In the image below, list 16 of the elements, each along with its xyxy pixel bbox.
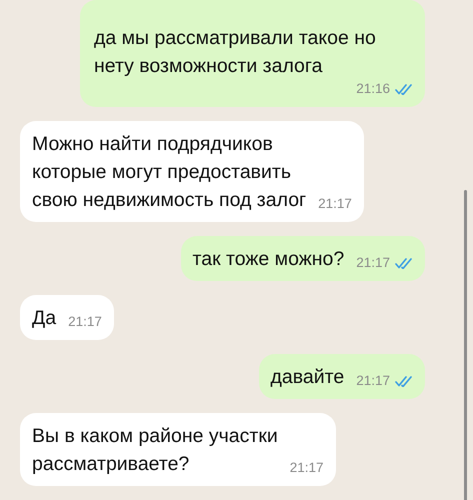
message-text: давайте — [270, 365, 344, 390]
message-time: 21:17 — [356, 254, 390, 272]
double-check-icon — [395, 258, 413, 268]
message-text: Вы в каком районе участки рассматриваете? — [32, 424, 278, 477]
message-time: 21:17 — [290, 459, 324, 477]
message-time: 21:16 — [356, 80, 390, 98]
message-time: 21:17 — [68, 313, 102, 331]
message-time: 21:17 — [318, 195, 352, 213]
message-text: Можно найти подрядчиков которые могут предоставить свою недвижимость под залог — [32, 132, 306, 213]
message-text: так тоже можно? — [192, 247, 344, 272]
scrollbar[interactable] — [464, 190, 467, 500]
double-check-icon — [395, 376, 413, 386]
double-check-icon — [395, 84, 413, 94]
message-time: 21:17 — [356, 372, 390, 390]
message-text: да мы рассматривали такое но нету возможности залога — [94, 26, 376, 79]
message-text: Да — [32, 306, 56, 331]
